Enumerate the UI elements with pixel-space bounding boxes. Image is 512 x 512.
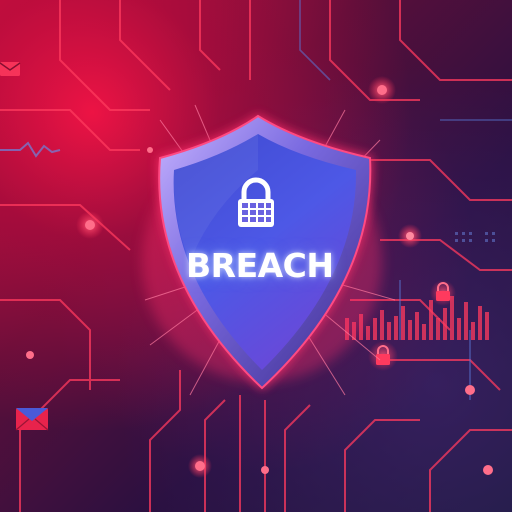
shield-label: BREACH: [186, 246, 334, 285]
breach-shield-scene: BREACH: [0, 0, 512, 512]
